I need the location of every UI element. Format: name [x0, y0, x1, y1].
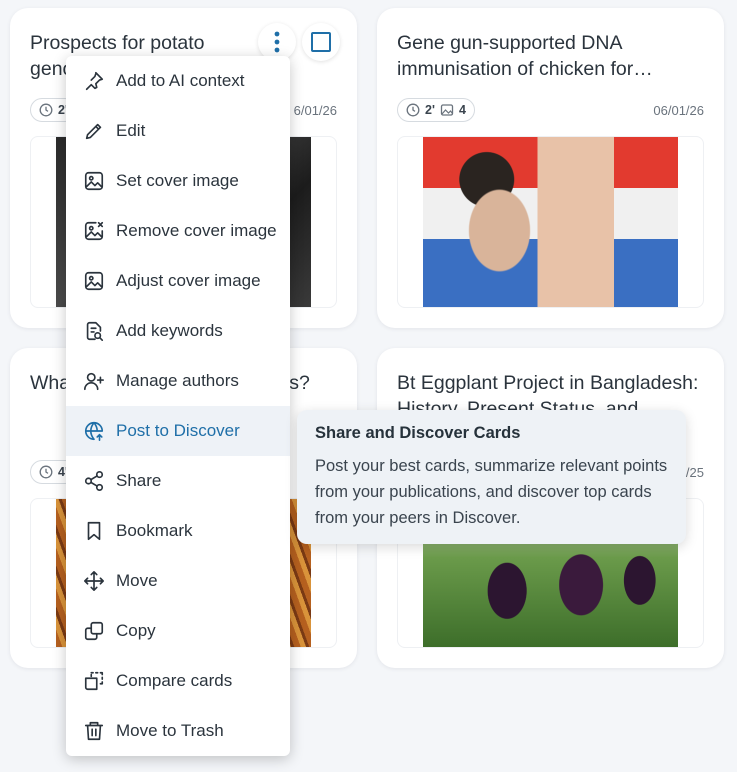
user-add-icon — [82, 369, 106, 393]
share-icon — [82, 469, 106, 493]
reading-time-badge: 2' 4 — [397, 98, 475, 122]
image-icon — [82, 169, 106, 193]
bookmark-icon — [82, 519, 106, 543]
card-thumbnail-frame — [397, 136, 704, 308]
menu-item-move[interactable]: Move — [66, 556, 290, 606]
pencil-icon — [82, 119, 106, 143]
menu-item-adjust-cover-image[interactable]: Adjust cover image — [66, 256, 290, 306]
menu-item-set-cover-image[interactable]: Set cover image — [66, 156, 290, 206]
card-date: 6/01/26 — [293, 103, 337, 118]
image-adjust-icon — [82, 269, 106, 293]
menu-item-edit[interactable]: Edit — [66, 106, 290, 156]
menu-item-add-keywords[interactable]: Add keywords — [66, 306, 290, 356]
globe-upload-icon — [82, 419, 106, 443]
tooltip-body: Post your best cards, summarize relevant… — [315, 457, 668, 527]
clock-icon — [39, 465, 53, 479]
image-remove-icon — [82, 219, 106, 243]
menu-item-post-to-discover[interactable]: Post to Discover — [66, 406, 290, 456]
menu-item-compare-cards[interactable]: Compare cards — [66, 656, 290, 706]
card-date: 06/01/26 — [653, 103, 704, 118]
menu-item-add-to-ai-context[interactable]: Add to AI context — [66, 56, 290, 106]
menu-item-move-to-trash[interactable]: Move to Trash — [66, 706, 290, 756]
clock-icon — [39, 103, 53, 117]
tooltip-title: Share and Discover Cards — [315, 424, 521, 442]
more-vertical-icon — [274, 31, 280, 53]
menu-item-manage-authors[interactable]: Manage authors — [66, 356, 290, 406]
menu-item-bookmark[interactable]: Bookmark — [66, 506, 290, 556]
move-icon — [82, 569, 106, 593]
menu-item-share[interactable]: Share — [66, 456, 290, 506]
clock-icon — [406, 103, 420, 117]
card-title[interactable]: Gene gun-supported DNA immunisation of c… — [397, 30, 704, 82]
pin-icon — [82, 69, 106, 93]
copy-icon — [82, 619, 106, 643]
select-checkbox[interactable] — [302, 23, 340, 61]
card-context-menu: Add to AI context Edit Set cover image R… — [66, 56, 290, 756]
trash-icon — [82, 719, 106, 743]
image-count-icon — [440, 104, 454, 116]
checkbox-square-icon — [311, 32, 331, 52]
menu-item-remove-cover-image[interactable]: Remove cover image — [66, 206, 290, 256]
keywords-icon — [82, 319, 106, 343]
card-thumbnail-image — [423, 137, 678, 307]
card-gene-gun-dna[interactable]: Gene gun-supported DNA immunisation of c… — [377, 8, 724, 328]
post-to-discover-tooltip: Share and Discover Cards Post your best … — [297, 410, 686, 544]
compare-icon — [82, 669, 106, 693]
menu-item-copy[interactable]: Copy — [66, 606, 290, 656]
card-date: /25 — [685, 465, 704, 480]
